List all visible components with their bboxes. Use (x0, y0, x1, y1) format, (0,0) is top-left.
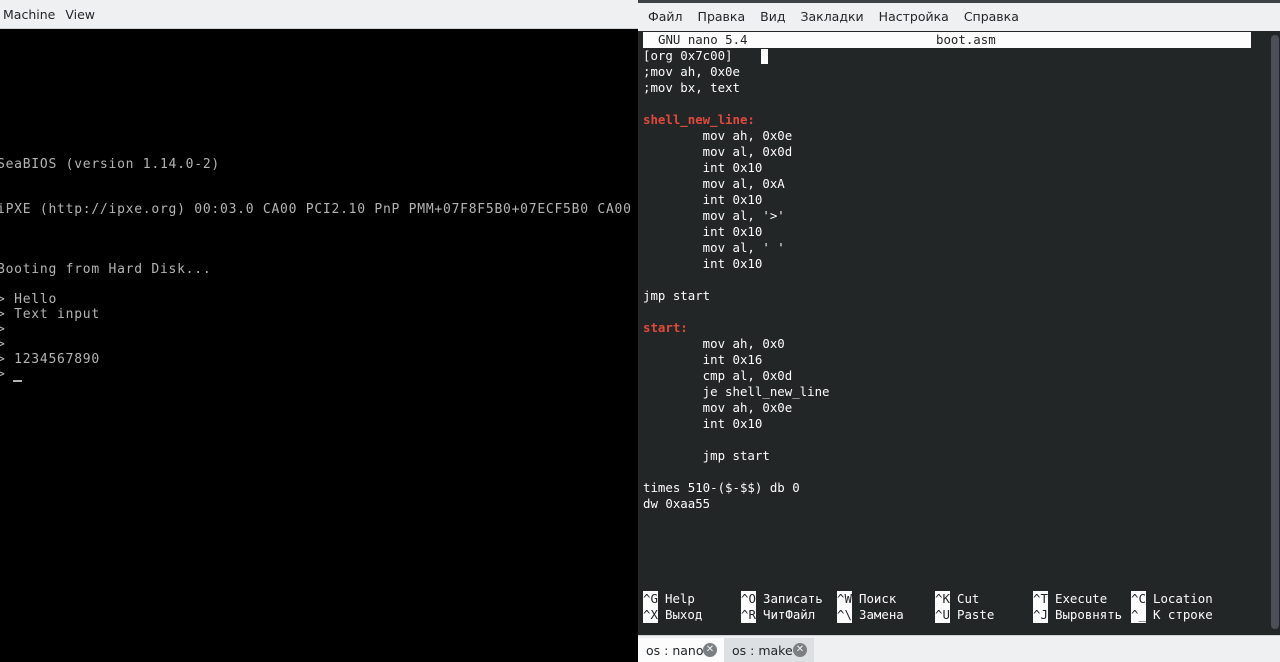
code-line: mov al, 0xA (643, 176, 785, 191)
tab-bar: os : nano ✕ os : make ✕ (638, 635, 1280, 662)
tab-os-nano[interactable]: os : nano ✕ (638, 638, 724, 662)
close-icon[interactable]: ✕ (793, 643, 807, 657)
shortcut-label: Поиск (859, 591, 897, 606)
code-line: dw 0xaa55 (643, 496, 711, 511)
ipxe-line: iPXE (http://ipxe.org) 00:03.0 CA00 PCI2… (0, 202, 632, 217)
code-line: times 510-($-$$) db 0 (643, 480, 800, 495)
close-icon[interactable]: ✕ (703, 643, 717, 657)
shortcut-label: ЧитФайл (763, 607, 816, 622)
code-line: ;mov ah, 0x0e (643, 64, 740, 79)
qemu-window: Machine View SeaBIOS (version 1.14.0-2) … (0, 0, 638, 662)
menu-view[interactable]: Вид (754, 3, 791, 31)
shell-line: > (0, 337, 6, 352)
nano-filename: boot.asm (936, 32, 996, 47)
tab-os-make[interactable]: os : make ✕ (724, 638, 814, 662)
shortcut-label: Cut (957, 591, 980, 606)
code-line: int 0x10 (643, 256, 763, 271)
shortcut-key: ^K (935, 591, 950, 607)
code-line: mov al, 0x0d (643, 144, 793, 159)
code-line: int 0x10 (643, 224, 763, 239)
shortcut-label: Paste (957, 607, 995, 622)
shell-line: > (0, 322, 6, 337)
shortcut-label: Записать (763, 591, 823, 606)
menu-edit[interactable]: Правка (692, 3, 752, 31)
konsole-menubar: Файл Правка Вид Закладки Настройка Справ… (638, 3, 1280, 31)
shortcut-key: ^X (643, 607, 658, 623)
shortcut-label: Выход (665, 607, 703, 622)
shortcut-key: ^W (837, 591, 852, 607)
shortcut-label: К строке (1153, 607, 1213, 622)
terminal-area[interactable]: GNU nano 5.4 boot.asm [org 0x7c00] ;mov a… (638, 31, 1270, 635)
code-line: int 0x10 (643, 192, 763, 207)
shortcut-label: Execute (1055, 591, 1108, 606)
vm-display[interactable]: SeaBIOS (version 1.14.0-2) iPXE (http://… (0, 29, 638, 662)
shortcut-label: Выровнять (1055, 607, 1123, 622)
menu-bookmarks[interactable]: Закладки (794, 3, 869, 31)
code-line: mov al, ' ' (643, 240, 785, 255)
vga-text-cursor (13, 380, 22, 382)
terminal-scrollbar[interactable] (1270, 31, 1280, 635)
nano-version: GNU nano 5.4 (658, 32, 748, 47)
shortcut-key: ^R (741, 607, 756, 623)
shortcut-key: ^_ (1131, 607, 1146, 623)
menu-settings[interactable]: Настройка (873, 3, 955, 31)
menu-help[interactable]: Справка (958, 3, 1025, 31)
shortcut-key: ^C (1131, 591, 1146, 607)
code-line: je shell_new_line (643, 384, 830, 399)
menu-file[interactable]: Файл (642, 3, 689, 31)
code-line: mov ah, 0x0 (643, 336, 785, 351)
text-cursor (761, 49, 768, 64)
code-line: cmp al, 0x0d (643, 368, 793, 383)
code-line: jmp start (643, 288, 711, 303)
tab-label: os : make (732, 642, 793, 658)
qemu-menubar: Machine View (0, 0, 638, 29)
code-line: mov ah, 0x0e (643, 128, 793, 143)
shortcut-label: Help (665, 591, 695, 606)
tab-label: os : nano (646, 642, 704, 658)
code-line: mov ah, 0x0e (643, 400, 793, 415)
shell-line: > Text input (0, 307, 100, 322)
code-line: mov al, '>' (643, 208, 785, 223)
nano-title-bar: GNU nano 5.4 boot.asm (643, 32, 1251, 48)
shell-line: > Hello (0, 292, 58, 307)
code-line: int 0x10 (643, 416, 763, 431)
shortcut-key: ^O (741, 591, 756, 607)
code-label-line: start: (643, 320, 688, 335)
shortcut-key: ^J (1033, 607, 1048, 623)
shell-line: > 1234567890 (0, 352, 100, 367)
code-line: int 0x10 (643, 160, 763, 175)
shortcut-key: ^\ (837, 607, 852, 623)
code-label-line: shell_new_line: (643, 112, 755, 127)
shortcut-label: Location (1153, 591, 1213, 606)
code-line: int 0x16 (643, 352, 763, 367)
shortcut-key: ^U (935, 607, 950, 623)
boot-line: Booting from Hard Disk... (0, 262, 212, 277)
scrollbar-thumb[interactable] (1271, 35, 1279, 629)
konsole-window: Файл Правка Вид Закладки Настройка Справ… (638, 0, 1280, 662)
menu-view[interactable]: View (62, 0, 98, 29)
code-line: [org 0x7c00] (643, 48, 733, 63)
code-line: jmp start (643, 448, 770, 463)
shell-prompt-line: > (0, 367, 6, 382)
menu-machine[interactable]: Machine (0, 0, 58, 29)
bios-version-line: SeaBIOS (version 1.14.0-2) (0, 157, 220, 172)
shortcut-key: ^T (1033, 591, 1048, 607)
shortcut-key: ^G (643, 591, 658, 607)
code-line: ;mov bx, text (643, 80, 740, 95)
shortcut-label: Замена (859, 607, 904, 622)
